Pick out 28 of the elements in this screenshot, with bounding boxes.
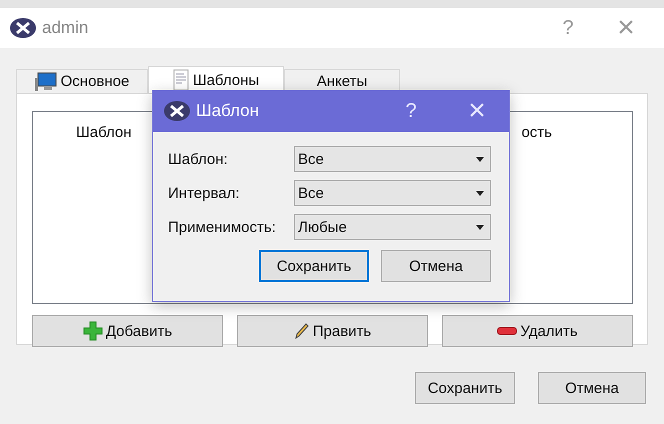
minus-icon xyxy=(497,327,518,335)
list-button[interactable]: Добавить xyxy=(32,315,223,347)
close-button[interactable]: × xyxy=(459,94,495,128)
dropdown[interactable]: Все xyxy=(294,180,491,206)
dialog-button[interactable]: Сохранить xyxy=(415,372,515,404)
dialog-button[interactable]: Отмена xyxy=(381,250,491,282)
plus-icon xyxy=(82,321,103,341)
list-button[interactable]: Править xyxy=(237,315,428,347)
list-button[interactable]: Удалить xyxy=(442,315,633,347)
dropdown-arrow-icon xyxy=(476,190,484,196)
dropdown[interactable]: Все xyxy=(294,146,491,172)
window-title: admin xyxy=(42,18,90,38)
pencil-icon xyxy=(294,322,310,340)
dropdown-arrow-icon xyxy=(476,156,484,162)
dropdown[interactable]: Любые xyxy=(294,214,491,240)
field-label: Применимость: xyxy=(168,218,277,236)
tab[interactable]: Основное xyxy=(16,69,148,93)
column-header: Шаблон xyxy=(76,124,132,143)
dialog-button[interactable]: Отмена xyxy=(538,372,646,404)
column-header: ость xyxy=(521,124,552,143)
dialog-title: Шаблон xyxy=(196,101,260,121)
dialog-button[interactable]: Сохранить xyxy=(259,250,369,282)
field-label: Интервал: xyxy=(168,184,241,202)
field-label: Шаблон: xyxy=(168,150,229,168)
monitor-icon xyxy=(34,72,57,92)
document-icon xyxy=(172,69,189,91)
dropdown-arrow-icon xyxy=(476,224,484,230)
help-button[interactable]: ? xyxy=(393,100,429,122)
